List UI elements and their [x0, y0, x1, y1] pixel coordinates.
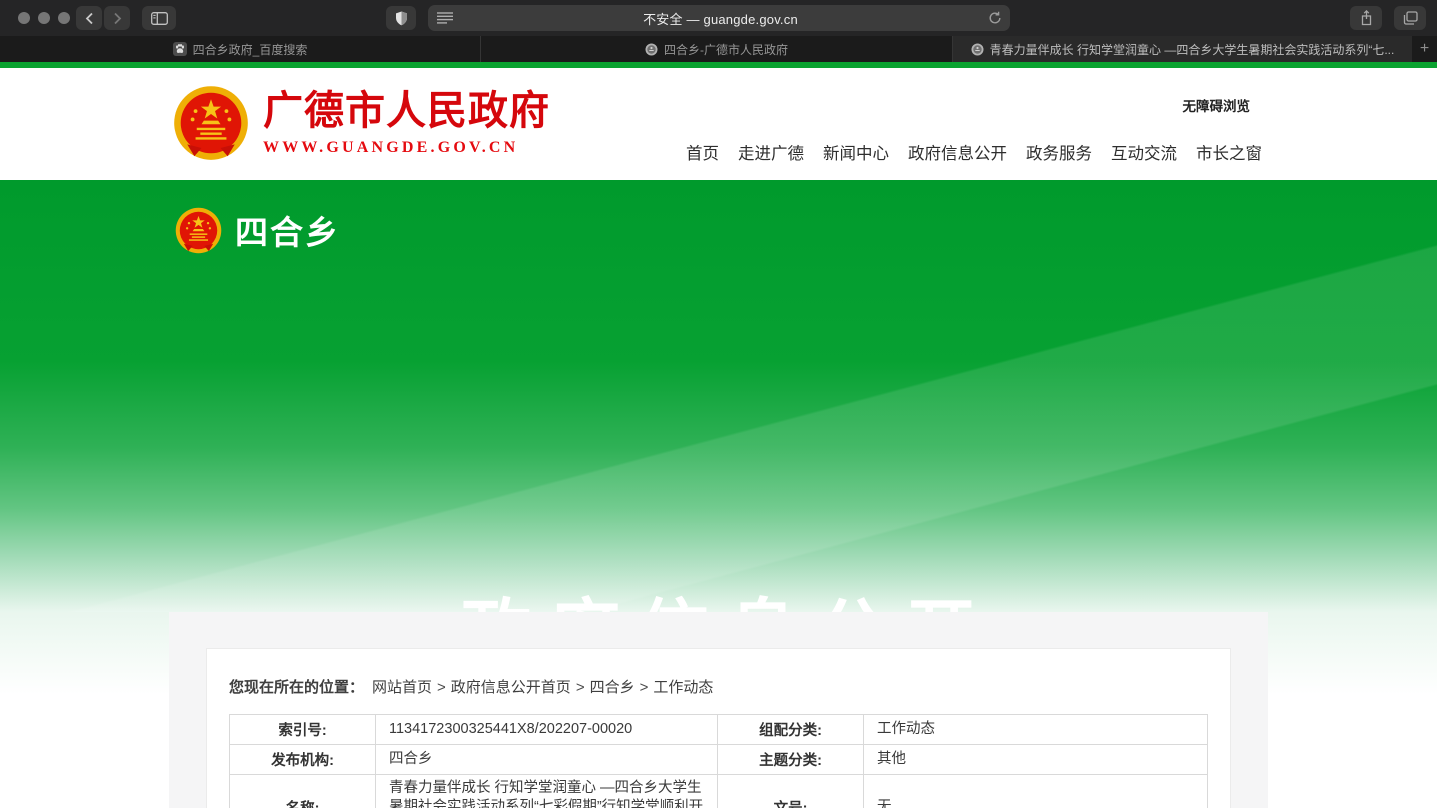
site-title-group: 广德市人民政府 WWW.GUANGDE.GOV.CN	[263, 90, 550, 157]
breadcrumb-separator: >	[576, 679, 585, 696]
township-logo[interactable]: 四合乡	[175, 206, 340, 254]
group-category-value: 工作动态	[864, 715, 1208, 745]
nav-item-gov-services[interactable]: 政务服务	[1026, 140, 1092, 164]
publisher-label: 发布机构:	[230, 745, 376, 775]
article-panel: 您现在所在的位置：网站首页>政府信息公开首页>四合乡>工作动态 索引号: 113…	[206, 648, 1231, 808]
address-bar[interactable]: 不安全 — guangde.gov.cn	[428, 5, 1010, 31]
info-table: 索引号: 1134172300325441X8/202207-00020 组配分…	[229, 714, 1208, 808]
topic-category-label: 主题分类:	[718, 745, 864, 775]
township-emblem-icon	[175, 207, 222, 254]
tab-overview-icon	[1403, 11, 1418, 25]
sidebar-toggle-button[interactable]	[142, 6, 176, 30]
national-emblem-icon	[173, 85, 249, 161]
breadcrumb-separator: >	[640, 679, 649, 696]
green-banner: 四合乡 政府信息公开	[0, 180, 1437, 612]
township-name[interactable]: 四合乡	[235, 206, 340, 254]
government-emblem-favicon	[971, 43, 984, 56]
site-logo[interactable]: 广德市人民政府 WWW.GUANGDE.GOV.CN	[173, 85, 550, 161]
page-title: 政府信息公开	[0, 576, 1437, 612]
breadcrumb-link-home[interactable]: 网站首页	[372, 679, 432, 696]
breadcrumb-link-township[interactable]: 四合乡	[590, 679, 635, 696]
tab-title: 四合乡-广德市人民政府	[664, 41, 788, 58]
name-label: 名称:	[230, 775, 376, 808]
minimize-window-icon[interactable]	[38, 12, 50, 24]
nav-item-gov-info-disclosure[interactable]: 政府信息公开	[908, 140, 1007, 164]
site-header: 广德市人民政府 WWW.GUANGDE.GOV.CN 无障碍浏览 首页 走进广德…	[0, 68, 1437, 180]
tab-overview-button[interactable]	[1394, 6, 1426, 30]
breadcrumb-link-work-dynamics[interactable]: 工作动态	[653, 679, 713, 696]
breadcrumb: 您现在所在的位置：网站首页>政府信息公开首页>四合乡>工作动态	[229, 676, 1208, 697]
back-icon	[85, 12, 94, 25]
sidebar-icon	[151, 12, 168, 25]
nav-item-news-center[interactable]: 新闻中心	[823, 140, 889, 164]
webpage: 广德市人民政府 WWW.GUANGDE.GOV.CN 无障碍浏览 首页 走进广德…	[0, 62, 1437, 808]
browser-window: 不安全 — guangde.gov.cn 四合乡政府_百度搜索 四合乡-广德市人…	[0, 0, 1437, 808]
content-container: 您现在所在的位置：网站首页>政府信息公开首页>四合乡>工作动态 索引号: 113…	[169, 612, 1268, 808]
main-navigation: 首页 走进广德 新闻中心 政府信息公开 政务服务 互动交流 市长之窗	[686, 140, 1262, 164]
address-bar-text[interactable]: 不安全 — guangde.gov.cn	[453, 9, 988, 28]
tab-article-active[interactable]: 青春力量伴成长 行知学堂润童心 —四合乡大学生暑期社会实践活动系列“七...	[952, 36, 1412, 62]
forward-button[interactable]	[104, 6, 130, 30]
accessibility-link[interactable]: 无障碍浏览	[1183, 95, 1251, 115]
publisher-value: 四合乡	[376, 745, 718, 775]
new-tab-button[interactable]: +	[1412, 36, 1437, 62]
tab-sihe-township[interactable]: 四合乡-广德市人民政府	[480, 36, 952, 62]
index-number-label: 索引号:	[230, 715, 376, 745]
reload-icon[interactable]	[988, 11, 1002, 25]
browser-toolbar: 不安全 — guangde.gov.cn	[0, 0, 1437, 36]
site-name[interactable]: 广德市人民政府	[263, 90, 550, 132]
nav-item-interaction[interactable]: 互动交流	[1111, 140, 1177, 164]
content-area: 您现在所在的位置：网站首页>政府信息公开首页>四合乡>工作动态 索引号: 113…	[0, 612, 1437, 808]
topic-category-value: 其他	[864, 745, 1208, 775]
tab-title: 四合乡政府_百度搜索	[193, 41, 308, 58]
zoom-window-icon[interactable]	[58, 12, 70, 24]
nav-item-home[interactable]: 首页	[686, 140, 719, 164]
table-row: 发布机构: 四合乡 主题分类: 其他	[230, 745, 1208, 775]
document-number-value: 无	[864, 775, 1208, 808]
document-number-label: 文号:	[718, 775, 864, 808]
privacy-shield-button[interactable]	[386, 6, 416, 30]
shield-icon	[395, 11, 408, 26]
breadcrumb-separator: >	[437, 679, 446, 696]
site-url: WWW.GUANGDE.GOV.CN	[263, 139, 550, 157]
table-row: 索引号: 1134172300325441X8/202207-00020 组配分…	[230, 715, 1208, 745]
name-value: 青春力量伴成长 行知学堂润童心 —四合乡大学生暑期社会实践活动系列“七彩假期”行…	[376, 775, 718, 808]
index-number-value: 1134172300325441X8/202207-00020	[376, 715, 718, 745]
tab-title: 青春力量伴成长 行知学堂润童心 —四合乡大学生暑期社会实践活动系列“七...	[990, 41, 1395, 58]
nav-item-about-guangde[interactable]: 走进广德	[738, 140, 804, 164]
breadcrumb-label: 您现在所在的位置：	[229, 679, 364, 696]
share-icon	[1360, 10, 1373, 26]
breadcrumb-link-gov-info[interactable]: 政府信息公开首页	[451, 679, 571, 696]
government-emblem-favicon	[645, 43, 658, 56]
baidu-favicon	[173, 42, 187, 56]
tab-bar: 四合乡政府_百度搜索 四合乡-广德市人民政府 青春力量伴成长 行知学堂润童心 —…	[0, 36, 1437, 62]
table-row: 名称: 青春力量伴成长 行知学堂润童心 —四合乡大学生暑期社会实践活动系列“七彩…	[230, 775, 1208, 808]
group-category-label: 组配分类:	[718, 715, 864, 745]
forward-icon	[113, 12, 122, 25]
back-button[interactable]	[76, 6, 102, 30]
tab-baidu-search[interactable]: 四合乡政府_百度搜索	[0, 36, 480, 62]
nav-item-mayor-window[interactable]: 市长之窗	[1196, 140, 1262, 164]
close-window-icon[interactable]	[18, 12, 30, 24]
share-button[interactable]	[1350, 6, 1382, 30]
reader-view-icon[interactable]	[437, 12, 453, 24]
new-tab-icon: +	[1420, 41, 1429, 57]
